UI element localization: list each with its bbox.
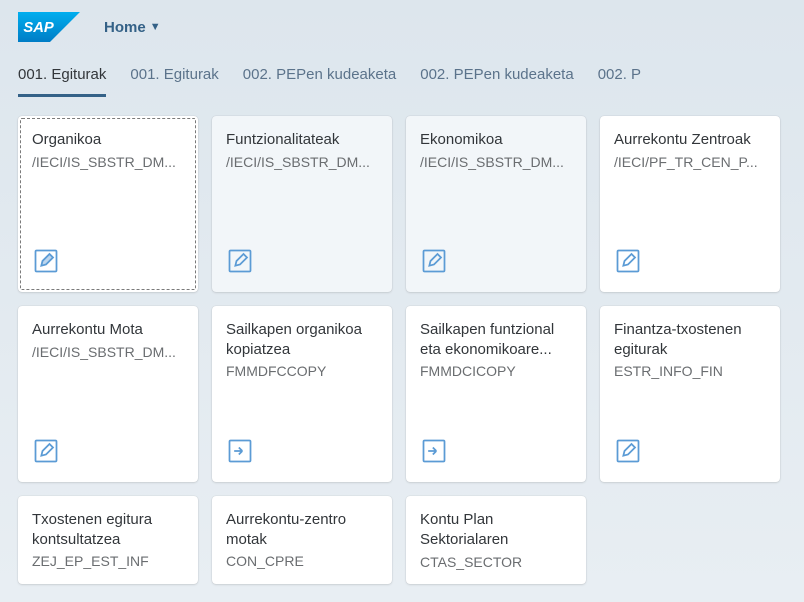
tile-title: Ekonomikoa [420,130,572,150]
tile-txostenen-egitura[interactable]: Txostenen egitura kontsultatzea ZEJ_EP_E… [18,496,198,584]
tile-title: Aurrekontu Zentroak [614,130,766,150]
edit-icon [614,247,766,280]
tile-subtitle: /IECI/IS_SBSTR_DM... [420,154,572,170]
edit-icon [226,247,378,280]
tile-subtitle: /IECI/IS_SBSTR_DM... [226,154,378,170]
tile-subtitle: CTAS_SECTOR [420,554,572,570]
tab-002-p[interactable]: 002. P [598,58,641,97]
home-label: Home [104,19,146,36]
tile-kontu-plan-sektorialaren[interactable]: Kontu Plan Sektorialaren Kontsulta CTAS_… [406,496,586,584]
sap-logo: SAP [18,12,80,42]
tile-title: Funtzionalitateak [226,130,378,150]
edit-icon [614,437,766,470]
tile-subtitle: /IECI/IS_SBSTR_DM... [32,344,184,360]
tile-subtitle: ESTR_INFO_FIN [614,363,766,379]
tile-title: Kontu Plan Sektorialaren Kontsulta [420,510,572,550]
tile-aurrekontu-zentroak[interactable]: Aurrekontu Zentroak /IECI/PF_TR_CEN_P... [600,116,780,292]
tile-ekonomikoa[interactable]: Ekonomikoa /IECI/IS_SBSTR_DM... [406,116,586,292]
tile-funtzionalitateak[interactable]: Funtzionalitateak /IECI/IS_SBSTR_DM... [212,116,392,292]
tile-subtitle: /IECI/IS_SBSTR_DM... [32,154,184,170]
tile-sailkapen-organikoa[interactable]: Sailkapen organikoa kopiatzea FMMDFCCOPY [212,306,392,482]
chevron-down-icon: ▼ [150,21,161,33]
svg-text:SAP: SAP [23,20,54,36]
tile-title: Txostenen egitura kontsultatzea [32,510,184,549]
tab-001-egiturak-1[interactable]: 001. Egiturak [18,58,106,97]
tile-sailkapen-funtzional[interactable]: Sailkapen funtzional eta ekonomikoare...… [406,306,586,482]
tabs-bar: 001. Egiturak 001. Egiturak 002. PEPen k… [0,48,804,98]
edit-icon [32,247,184,280]
edit-icon [420,247,572,280]
tab-002-pepen-2[interactable]: 002. PEPen kudeaketa [420,58,573,97]
tile-title: Aurrekontu Mota [32,320,184,340]
tile-grid: Organikoa /IECI/IS_SBSTR_DM... Funtziona… [0,98,804,602]
tile-title: Aurrekontu-zentro motak [226,510,378,549]
tile-aurrekontu-mota[interactable]: Aurrekontu Mota /IECI/IS_SBSTR_DM... [18,306,198,482]
tab-002-pepen-1[interactable]: 002. PEPen kudeaketa [243,58,396,97]
tile-title: Sailkapen funtzional eta ekonomikoare... [420,320,572,359]
import-icon [420,437,572,470]
tile-subtitle: ZEJ_EP_EST_INF [32,553,184,569]
edit-icon [32,437,184,470]
tile-subtitle: /IECI/PF_TR_CEN_P... [614,154,766,170]
tile-title: Finantza-txostenen egiturak [614,320,766,359]
home-dropdown[interactable]: Home ▼ [104,19,161,36]
tile-title: Sailkapen organikoa kopiatzea [226,320,378,359]
tile-subtitle: FMMDFCCOPY [226,363,378,379]
tab-001-egiturak-2[interactable]: 001. Egiturak [130,58,218,97]
tile-aurrekontu-zentro-motak[interactable]: Aurrekontu-zentro motak CON_CPRE [212,496,392,584]
import-icon [226,437,378,470]
header: SAP Home ▼ [0,0,804,48]
tile-title: Organikoa [32,130,184,150]
tile-subtitle: FMMDCICOPY [420,363,572,379]
tile-finantza-txostenen[interactable]: Finantza-txostenen egiturak ESTR_INFO_FI… [600,306,780,482]
tile-subtitle: CON_CPRE [226,553,378,569]
tile-organikoa[interactable]: Organikoa /IECI/IS_SBSTR_DM... [18,116,198,292]
